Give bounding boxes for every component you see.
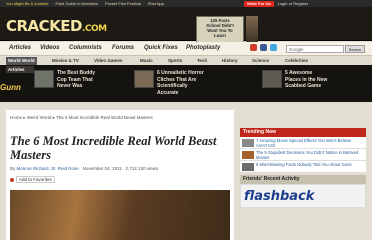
featured-link[interactable]: 6 Unrealistic Horror Cliches That Are Sc… [157,70,207,96]
sidebar: Trending Now 7 Amazing Movie Special Eff… [240,128,366,240]
featured-link[interactable]: 5 Awesome Places in the New Scabbed Game [285,70,329,90]
trending-thumb [242,163,254,171]
write-for-us-button[interactable]: Write For Us [244,0,274,7]
site-header: CRACKED.COM 125 Facts School Didn't Want… [0,7,372,44]
add-favorites-button[interactable]: Add to Favorites [16,176,55,183]
top-link[interactable]: Pocket Film Festival [105,1,141,6]
featured-thumb[interactable] [262,70,282,88]
featured-link[interactable]: The Best Buddy Cop Team That Never Was [57,70,97,90]
subnav-item[interactable]: Science [252,58,269,63]
search-input[interactable]: Google [286,45,344,53]
nav-item-articles[interactable]: Articles [9,45,31,51]
top-links: You Might Be A Zombie! Field Guide to Mo… [6,0,164,7]
top-link[interactable]: iPad App [148,1,164,6]
twitter-icon[interactable] [270,44,277,51]
featured-label[interactable]: Articles [6,66,34,73]
featured-thumb[interactable] [34,70,54,88]
sub-nav: World World Movies & TV Video Games Musi… [0,57,372,65]
facebook-icon[interactable] [260,44,267,51]
search-button[interactable]: Search [345,45,365,53]
featured-gunn: Gunn [0,83,21,92]
trending-thumb [242,139,254,147]
subnav-active[interactable]: World World [6,57,37,65]
social-icons [250,44,277,51]
flashback-banner[interactable]: flashback [240,184,366,208]
subnav-item[interactable]: Tech [197,58,207,63]
author-link[interactable]: Monroe Richard, St. Reid Rose [17,166,79,171]
article-title: The 6 Most Incredible Real World Beast M… [10,134,217,162]
article-content: Home ▸ Weird World ▸ The 6 Most Incredib… [6,110,234,240]
featured-thumb[interactable] [134,70,154,88]
article-date: November 04, 2011 [82,166,122,171]
nav-item-forums[interactable]: Forums [112,45,134,51]
top-link[interactable]: Field Guide to Monsters [56,1,98,6]
trending-item[interactable]: 7 Amazing Movie Special Effects You Won'… [240,137,366,149]
view-count: 2,712,130 views [125,166,159,171]
hero-image [10,190,230,240]
breadcrumb[interactable]: Home ▸ Weird World ▸ The 6 Most Incredib… [10,115,153,121]
nav-item-photoplasty[interactable]: Photoplasty [186,45,220,51]
subnav-item[interactable]: Celebrities [285,58,308,63]
trending-header: Trending Now [240,128,366,137]
promo-image [246,16,258,44]
top-link[interactable]: You Might Be A Zombie! [6,1,49,6]
trending-item[interactable]: 6 Mind-Blowing Facts Nobody Told You Abo… [240,161,366,173]
main-nav: Articles Videos Columnists Forums Quick … [0,42,372,56]
favorite-icon [10,177,14,182]
featured-strip: Articles Gunn The Best Buddy Cop Team Th… [0,65,372,102]
byline: By Monroe Richard, St. Reid Rose Novembe… [10,166,159,171]
rss-icon[interactable] [250,44,257,51]
subnav-item[interactable]: Movies & TV [52,58,79,63]
friends-activity-header: Friends' Recent Activity [240,175,366,184]
promo-box[interactable]: 125 Facts School Didn't Want You To Lear… [196,16,244,44]
trending-thumb [242,151,254,159]
subnav-item[interactable]: Music [140,58,153,63]
login-link[interactable]: Login or Register [278,1,308,7]
nav-item-columnists[interactable]: Columnists [69,45,102,51]
subnav-item[interactable]: History [222,58,238,63]
nav-item-quick-fixes[interactable]: Quick Fixes [144,45,178,51]
add-favorites[interactable]: Add to Favorites [10,176,55,183]
subnav-item[interactable]: Sports [168,58,182,63]
site-logo[interactable]: CRACKED.COM [6,17,107,35]
top-bar: You Might Be A Zombie! Field Guide to Mo… [0,0,372,7]
trending-item[interactable]: The 5 Stupidest Decisions You Didn't Not… [240,149,366,161]
nav-item-videos[interactable]: Videos [40,45,59,51]
subnav-item[interactable]: Video Games [94,58,122,63]
